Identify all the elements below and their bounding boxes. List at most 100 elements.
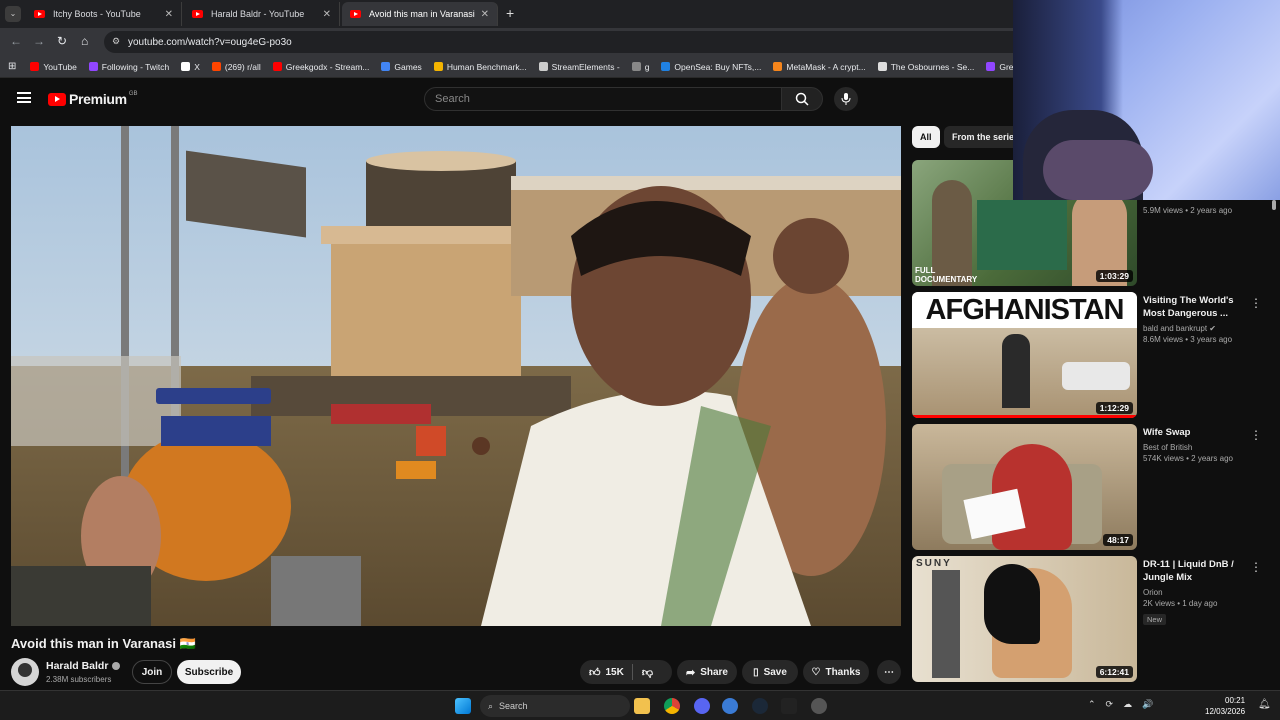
share-button[interactable]: ➦ Share [677, 660, 737, 684]
bookmark-4[interactable]: Greekgodx - Stream... [272, 61, 370, 72]
browser-tab-active[interactable]: Avoid this man in Varanasi ✕ [342, 2, 498, 26]
video-player[interactable] [11, 126, 901, 626]
clock[interactable]: 00:21 12/03/2026 [1205, 695, 1245, 717]
video-thumbnail[interactable]: 48:17 [912, 424, 1137, 550]
clock-date: 12/03/2026 [1205, 707, 1246, 716]
region-code: GB [128, 91, 138, 97]
bookmark-label: YouTube [43, 61, 77, 72]
like-count: 15K [605, 666, 624, 678]
bookmark-favicon-icon [773, 62, 783, 71]
youtube-premium-logo[interactable]: Premium GB [48, 91, 137, 107]
more-actions-button[interactable]: ⋯ [877, 660, 901, 684]
bookmark-9[interactable]: OpenSea: Buy NFTs,... [661, 62, 761, 72]
recommendation-item[interactable]: AFGHANISTAN 1:12:29 Visiting The World's… [912, 292, 1272, 418]
video-meta: 5.9M views • 2 years ago [1143, 206, 1233, 215]
taskbar-search[interactable]: ⌕ Search [480, 695, 630, 717]
video-duration: 1:12:29 [1095, 402, 1133, 414]
bookmark-1[interactable]: Following - Twitch [88, 62, 169, 72]
reload-icon[interactable]: ↻ [57, 34, 67, 48]
tab-list-button[interactable]: ⌄ [5, 6, 21, 22]
channel-name: Orion [1143, 588, 1163, 597]
bookmark-0[interactable]: YouTube [30, 61, 77, 72]
bookmark-7[interactable]: StreamElements - [538, 61, 620, 72]
video-info: 5.9M views • 2 years ago [1143, 202, 1253, 216]
thanks-button[interactable]: ♡ Thanks [803, 660, 869, 684]
bookmark-favicon-icon [30, 62, 40, 71]
more-options-icon[interactable]: ⋮ [1250, 296, 1262, 310]
more-options-icon[interactable]: ⋮ [1250, 428, 1262, 442]
like-button[interactable]: 👍︎ 15K [580, 664, 633, 680]
discord-icon[interactable] [694, 698, 710, 714]
file-explorer-icon[interactable] [634, 698, 650, 714]
browser-tab-itchy-boots[interactable]: Itchy Boots - YouTube ✕ [26, 2, 182, 26]
app-icon[interactable] [722, 698, 738, 714]
subscribe-button[interactable]: Subscribe [177, 660, 241, 684]
notification-icon[interactable]: 🔔︎ [1258, 699, 1271, 710]
app-icon[interactable] [781, 698, 797, 714]
back-icon[interactable]: ← [10, 34, 22, 48]
browser-tab-harald-baldr[interactable]: Harald Baldr - YouTube ✕ [184, 2, 340, 26]
video-info: Visiting The World's Most Dangerous ... … [1143, 294, 1253, 345]
forward-icon[interactable]: → [33, 34, 45, 48]
search-icon: ⌕ [488, 700, 494, 711]
bookmark-favicon-icon [88, 62, 98, 71]
bookmark-label: g [644, 61, 650, 72]
recommendation-item[interactable]: SUNY 6:12:41 DR-11 | Liquid DnB / Jungle… [912, 556, 1272, 682]
chip-label: All [920, 132, 932, 142]
bookmark-11[interactable]: The Osbournes - Se... [877, 62, 974, 72]
bookmark-3[interactable]: (269) r/all [211, 61, 261, 72]
more-options-icon[interactable]: ⋮ [1250, 560, 1262, 574]
thumbnail-hair [984, 564, 1040, 644]
steam-icon[interactable] [752, 698, 768, 714]
subscribe-label: Subscribe [184, 666, 234, 678]
bookmark-favicon-icon [381, 62, 391, 71]
thumbnail-train [977, 200, 1067, 270]
chrome-icon[interactable] [664, 698, 680, 714]
bookmark-label: (269) r/all [224, 61, 261, 72]
menu-icon[interactable] [17, 92, 31, 103]
webcam-face [1043, 140, 1153, 200]
thumbnail-car [1062, 362, 1130, 390]
chip-all[interactable]: All [912, 126, 940, 148]
search-input[interactable]: Search [424, 87, 782, 111]
close-tab-icon[interactable]: ✕ [165, 9, 173, 20]
apps-grid-icon[interactable]: ⊞ [8, 61, 16, 72]
tab-title: Itchy Boots - YouTube [53, 9, 141, 19]
taskbar-search-label: Search [499, 701, 528, 711]
bookmark-icon: ▯ [753, 666, 759, 678]
join-button[interactable]: Join [132, 660, 172, 684]
video-thumbnail[interactable]: SUNY 6:12:41 [912, 556, 1137, 682]
site-info-icon[interactable]: ⚙ [112, 36, 120, 47]
url-field[interactable]: ⚙ youtube.com/watch?v=oug4eG-po3o [104, 31, 1024, 53]
save-button[interactable]: ▯ Save [742, 660, 798, 684]
channel-avatar[interactable] [11, 658, 39, 686]
dislike-button[interactable]: 👎︎ [633, 666, 653, 679]
thumbs-up-icon: 👍︎ [589, 666, 601, 679]
sidebar-scrollbar[interactable] [1272, 200, 1276, 210]
bookmark-10[interactable]: MetaMask - A crypt... [773, 62, 866, 72]
close-tab-icon[interactable]: ✕ [481, 9, 489, 20]
home-icon[interactable]: ⌂ [81, 34, 88, 48]
system-tray[interactable]: ⌃⟳☁🔊 [1088, 699, 1163, 710]
video-title: Wife Swap [1143, 427, 1191, 438]
bookmark-6[interactable]: Human Benchmark... [433, 61, 527, 72]
bookmark-label: StreamElements - [551, 61, 620, 72]
bookmark-8[interactable]: g [631, 61, 650, 72]
bookmark-favicon-icon [433, 62, 443, 71]
video-thumbnail[interactable]: AFGHANISTAN 1:12:29 [912, 292, 1137, 418]
bookmark-2[interactable]: X [181, 62, 200, 72]
search-button[interactable] [781, 87, 823, 111]
voice-search-button[interactable] [834, 87, 858, 111]
bookmark-favicon-icon [211, 62, 221, 71]
app-icon[interactable] [811, 698, 827, 714]
new-tab-icon[interactable]: + [506, 5, 514, 21]
bookmark-5[interactable]: Games [381, 62, 422, 72]
close-tab-icon[interactable]: ✕ [323, 9, 331, 20]
windows-start-icon[interactable] [455, 698, 471, 714]
verified-icon: ✔ [1209, 324, 1216, 333]
bookmark-label: Human Benchmark... [446, 61, 527, 72]
recommendation-item[interactable]: 48:17 Wife Swap Best of British 574K vie… [912, 424, 1272, 550]
bookmark-label: Greekgodx - Stream... [285, 61, 370, 72]
like-dislike-group: 👍︎ 15K 👎︎ [580, 660, 672, 684]
channel-name[interactable]: Harald Baldr [46, 660, 121, 672]
